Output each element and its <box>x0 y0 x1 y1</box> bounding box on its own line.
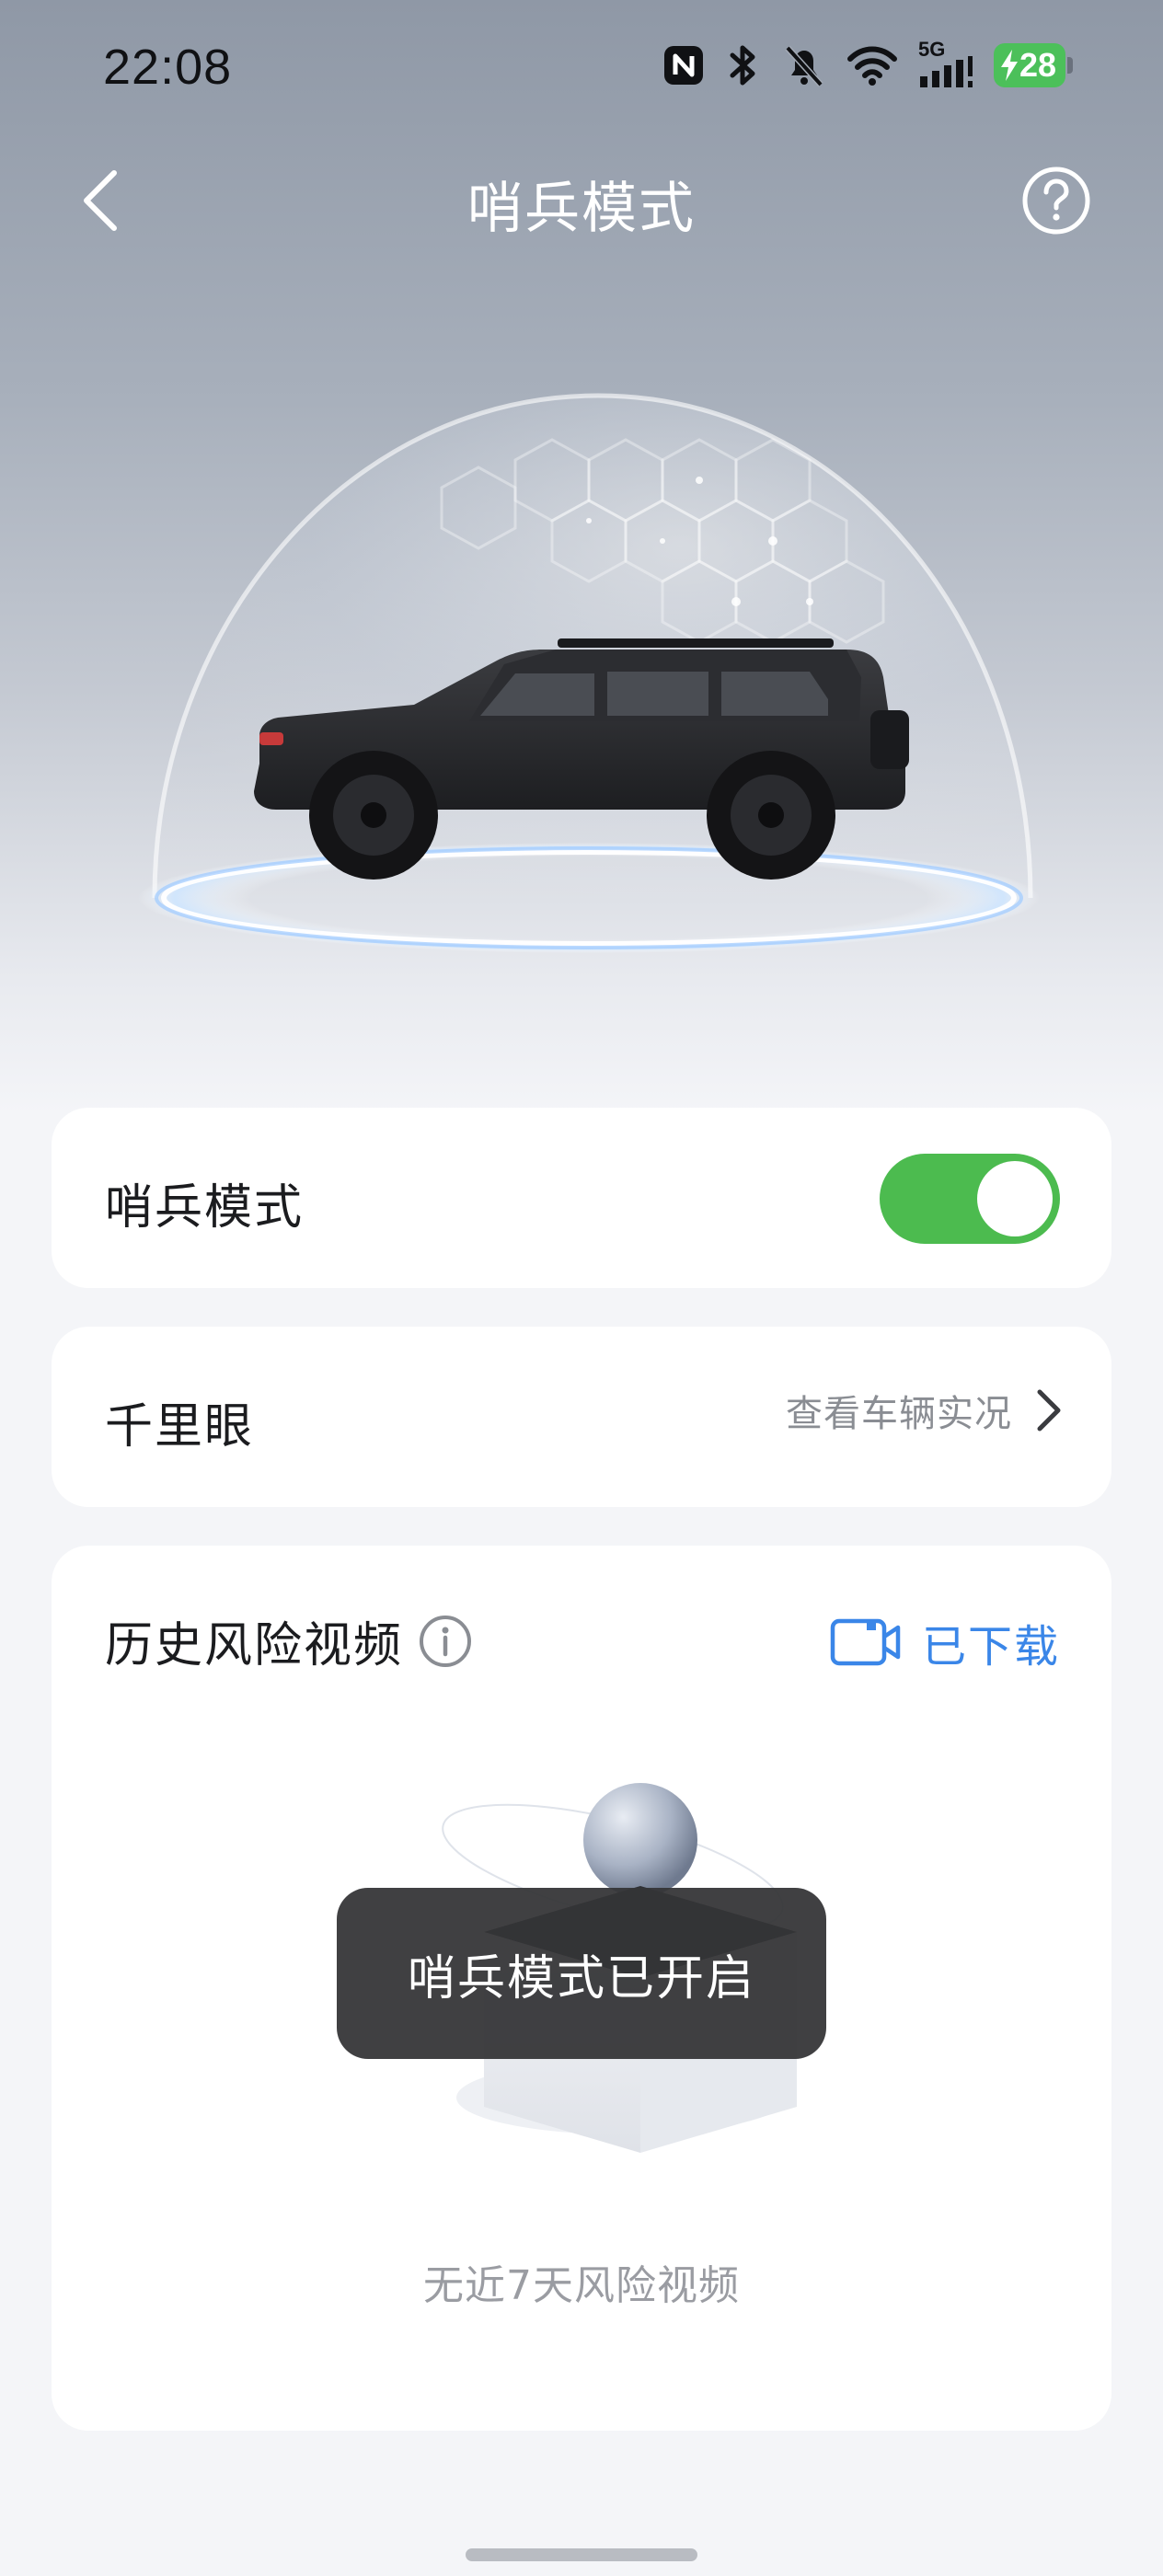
video-camera-icon <box>830 1618 901 1666</box>
downloaded-label: 已下载 <box>921 1621 1060 1673</box>
sentry-mode-card: 哨兵模式 <box>52 1108 1111 1288</box>
bluetooth-icon <box>730 45 755 86</box>
status-bar: 22:08 5G 28 <box>0 0 1163 138</box>
toggle-knob <box>977 1161 1053 1236</box>
history-title-row: 历史风险视频 <box>105 1606 473 1675</box>
status-time: 22:08 <box>103 40 233 95</box>
toast-text: 哨兵模式已开启 <box>407 1950 755 2007</box>
chevron-right-icon <box>1037 1389 1061 1432</box>
toast: 哨兵模式已开启 <box>337 1888 826 2059</box>
view-vehicle-live-link[interactable]: 查看车辆实况 <box>786 1384 1064 1437</box>
status-icons: 5G 28 <box>662 38 1074 88</box>
question-circle-icon[interactable] <box>1021 166 1091 236</box>
live-view-label: 千里眼 <box>105 1399 255 1455</box>
view-vehicle-live-text: 查看车辆实况 <box>786 1393 1012 1435</box>
info-circle-icon[interactable] <box>418 1614 473 1669</box>
history-title: 历史风险视频 <box>105 1618 404 1673</box>
sentry-mode-toggle[interactable] <box>880 1154 1060 1244</box>
downloaded-button[interactable]: 已下载 <box>830 1610 1060 1674</box>
wifi-icon <box>846 46 897 86</box>
page-title: 哨兵模式 <box>467 177 696 241</box>
sentry-mode-label: 哨兵模式 <box>105 1180 305 1236</box>
home-indicator[interactable] <box>466 2548 697 2561</box>
nfc-icon <box>663 46 703 85</box>
battery-icon: 28 <box>993 43 1074 87</box>
charging-bolt-icon <box>1000 50 1018 81</box>
empty-state-text: 无近7天风险视频 <box>423 2262 740 2309</box>
mute-bell-icon <box>785 45 823 87</box>
battery-level: 28 <box>1019 46 1056 84</box>
live-view-card[interactable]: 千里眼 查看车辆实况 <box>52 1327 1111 1507</box>
car-dome-illustration <box>138 393 1040 953</box>
signal-icon: 5G <box>918 38 973 87</box>
hero-banner: 22:08 5G 28 哨兵模式 <box>0 0 1163 1113</box>
